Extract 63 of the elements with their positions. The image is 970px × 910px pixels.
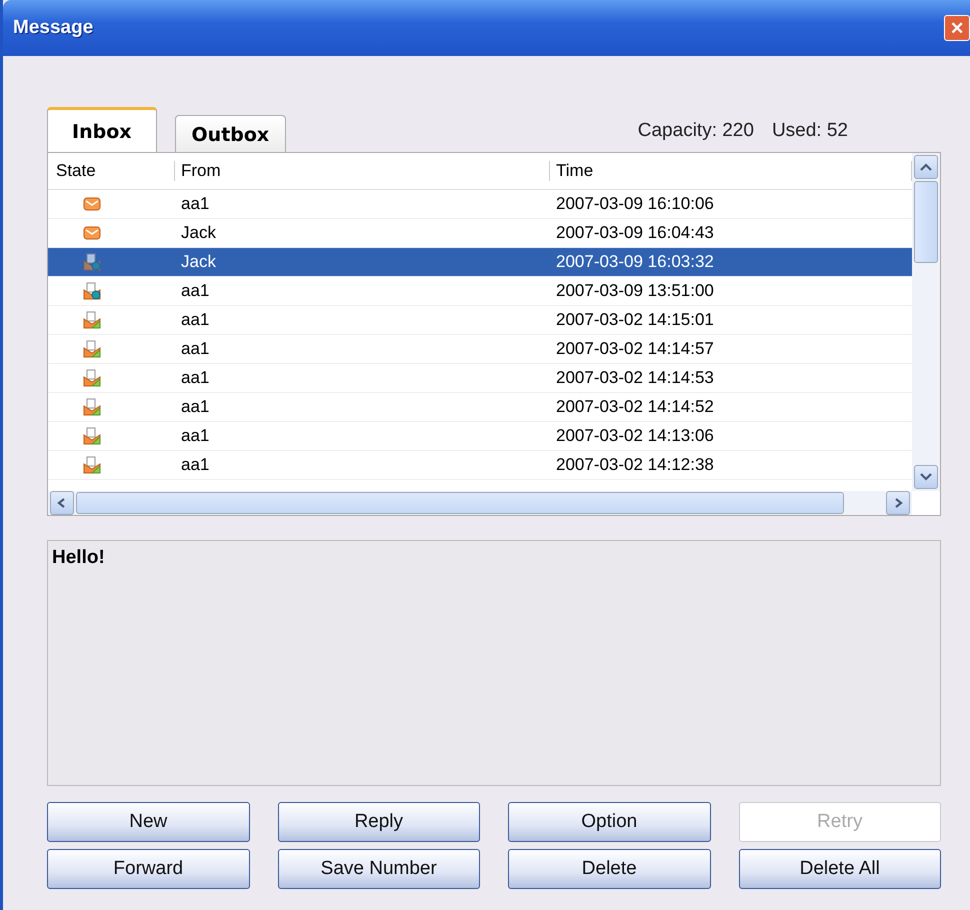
table-cell-text: 2007-03-02 14:14:53 xyxy=(555,368,715,388)
message-row[interactable]: aa1 2007-03-02 14:15:01 xyxy=(48,306,912,335)
action-button[interactable]: Forward xyxy=(47,849,250,889)
open-envelope-icon xyxy=(82,253,100,271)
table-cell-text: aa1 xyxy=(180,368,210,388)
message-row[interactable]: Jack 2007-03-09 16:03:32 xyxy=(48,248,912,277)
table-cell-text: 2007-03-02 14:13:06 xyxy=(555,426,715,446)
open-envelope-icon xyxy=(82,398,100,416)
used-label: Used: 52 xyxy=(772,120,848,142)
open-envelope-icon xyxy=(82,311,100,329)
tab[interactable]: Inbox xyxy=(47,107,157,152)
action-button[interactable]: Reply xyxy=(278,802,480,842)
message-row[interactable]: aa1 2007-03-02 14:14:53 xyxy=(48,364,912,393)
open-envelope-icon xyxy=(82,427,100,445)
action-button[interactable]: Delete xyxy=(508,849,710,889)
scroll-left-button[interactable] xyxy=(50,491,74,515)
message-row[interactable]: aa1 2007-03-02 14:12:38 xyxy=(48,451,912,480)
table-cell-text: aa1 xyxy=(180,281,210,301)
column-header[interactable]: From xyxy=(175,161,550,181)
table-cell-text: aa1 xyxy=(180,194,210,214)
table-cell-text: aa1 xyxy=(180,339,210,359)
table-cell-text: Jack xyxy=(180,252,217,272)
open-envelope-icon xyxy=(82,456,100,474)
table-cell-text: 2007-03-09 16:03:32 xyxy=(555,252,715,272)
message-row[interactable]: aa1 2007-03-09 16:10:06 xyxy=(48,190,912,219)
table-cell-text: 2007-03-02 14:15:01 xyxy=(555,310,715,330)
action-button[interactable]: Delete All xyxy=(738,849,941,889)
table-cell-text: 2007-03-02 14:12:38 xyxy=(555,455,715,475)
scrollbar-thumb[interactable] xyxy=(914,181,938,263)
table-cell-text: aa1 xyxy=(180,455,210,475)
action-button[interactable]: New xyxy=(47,802,250,842)
table-cell-text: aa1 xyxy=(180,310,210,330)
message-row[interactable]: aa1 2007-03-02 14:14:57 xyxy=(48,335,912,364)
capacity-label: Capacity: 220 xyxy=(638,120,754,142)
scroll-down-button[interactable] xyxy=(914,465,938,489)
table-cell-text: 2007-03-09 16:04:43 xyxy=(555,223,715,243)
scroll-right-button[interactable] xyxy=(886,491,910,515)
table-cell-text: 2007-03-02 14:14:52 xyxy=(555,397,715,417)
envelope-icon xyxy=(82,226,100,240)
table-cell-text: aa1 xyxy=(180,426,210,446)
table-cell-text: 2007-03-09 13:51:00 xyxy=(555,281,715,301)
chevron-icon xyxy=(920,472,932,482)
table-cell-text: 2007-03-09 16:10:06 xyxy=(555,194,715,214)
open-envelope-icon xyxy=(82,369,100,387)
envelope-icon xyxy=(82,197,100,211)
scroll-up-button[interactable] xyxy=(914,155,938,179)
message-row[interactable]: aa1 2007-03-02 14:14:52 xyxy=(48,393,912,422)
open-envelope-icon xyxy=(82,282,100,300)
message-row[interactable]: aa1 2007-03-02 14:13:06 xyxy=(48,422,912,451)
tab[interactable]: Outbox xyxy=(174,115,286,152)
chevron-icon xyxy=(920,162,932,172)
table-cell-text: Jack xyxy=(180,223,217,243)
scrollbar-thumb[interactable] xyxy=(76,492,844,514)
window-title: Message xyxy=(13,17,94,39)
open-envelope-icon xyxy=(82,340,100,358)
action-button[interactable]: Save Number xyxy=(278,849,480,889)
message-text: Hello! xyxy=(52,547,106,569)
table-cell-text: 2007-03-02 14:14:57 xyxy=(555,339,715,359)
table-cell-text: aa1 xyxy=(180,397,210,417)
action-button[interactable]: Option xyxy=(508,802,710,842)
column-header[interactable]: State xyxy=(48,161,175,181)
message-row[interactable]: aa1 2007-03-09 13:51:00 xyxy=(48,277,912,306)
close-button[interactable]: ✕ xyxy=(944,15,970,41)
